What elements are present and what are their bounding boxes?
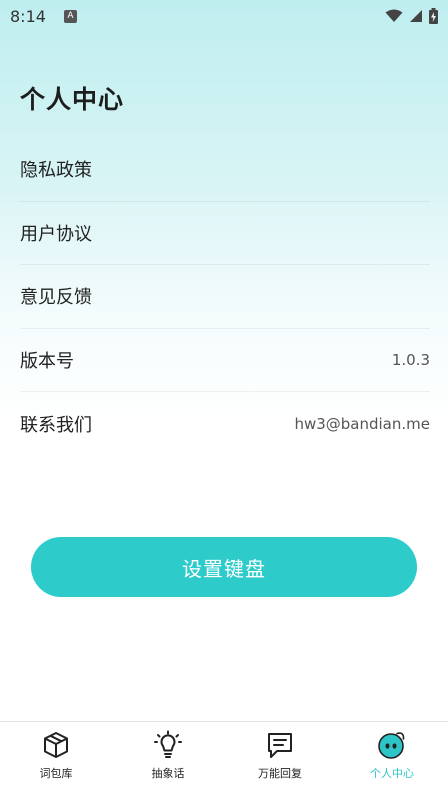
message-text-icon [268,733,292,758]
bottom-nav: 词包库 抽象话 万能回复 个人中心 [0,721,448,796]
status-icons [385,8,438,24]
tab-personal-center[interactable]: 个人中心 [336,722,448,796]
tab-label: 个人中心 [370,767,414,780]
menu-item-label: 联系我们 [20,414,92,436]
menu-item-contact-us[interactable]: 联系我们 hw3@bandian.me [20,392,430,456]
wifi-icon [385,9,403,22]
version-value: 1.0.3 [391,350,430,369]
signal-icon [410,10,422,22]
tab-label: 万能回复 [258,767,302,780]
menu-item-label: 用户协议 [20,223,92,245]
menu-item-feedback[interactable]: 意见反馈 [20,265,430,329]
font-a-icon: A [63,9,77,23]
menu-item-privacy-policy[interactable]: 隐私政策 [20,138,430,202]
contact-email: hw3@bandian.me [294,414,430,433]
package-box-icon [44,732,68,758]
status-bar: 8:14 A [0,0,448,32]
menu-item-label: 隐私政策 [20,160,92,182]
tab-abstract-words[interactable]: 抽象话 [112,722,224,796]
status-time: 8:14 [10,6,46,26]
tab-label: 词包库 [39,767,73,780]
setup-keyboard-button[interactable]: 设置键盘 [31,537,417,597]
lightbulb-icon [154,730,182,758]
tab-label: 抽象话 [151,767,185,780]
avatar-face-icon [378,732,405,759]
settings-menu: 隐私政策 用户协议 意见反馈 版本号 1.0.3 联系我们 hw3@bandia… [20,138,430,456]
menu-item-label: 版本号 [20,350,74,372]
menu-item-user-agreement[interactable]: 用户协议 [20,202,430,265]
battery-charging-icon [429,8,438,24]
tab-universal-reply[interactable]: 万能回复 [224,722,336,796]
menu-item-label: 意见反馈 [20,287,92,309]
tab-word-package[interactable]: 词包库 [0,722,112,796]
page-title: 个人中心 [20,85,125,114]
menu-item-version[interactable]: 版本号 1.0.3 [20,329,430,392]
